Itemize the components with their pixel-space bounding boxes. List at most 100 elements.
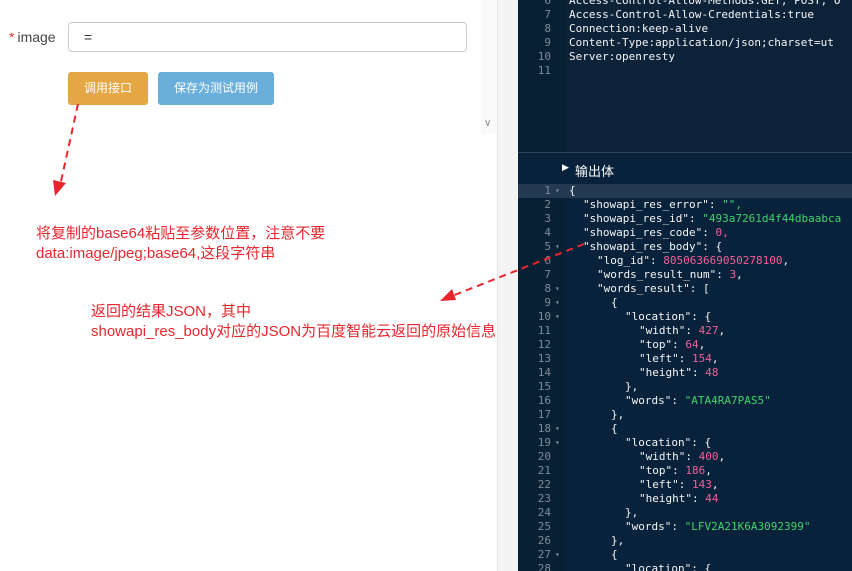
json-punct: , [718,450,726,463]
code-line: 25 "words": "LFV2A21K6A3092399" [518,520,852,534]
fold-arrow-icon[interactable]: ▾ [555,184,560,198]
json-key: "width": [639,450,699,463]
line-number: 7 [544,8,551,21]
line-number: 9 [544,296,551,309]
required-mark: * [9,29,15,45]
line-number: 20 [537,450,551,463]
code-line: 13 "left": 154, [518,352,852,366]
json-value: 400 [698,450,719,463]
json-key: "top": [639,338,686,351]
line-number: 4 [544,226,551,239]
code-line: 20 "width": 400, [518,450,852,464]
code-line: 8 ▾ "words_result": [ [518,282,852,296]
json-value: [ [702,282,710,295]
output-body-header[interactable]: ▶ 输出体 [518,152,852,185]
json-key: "log_id": [597,254,664,267]
panel-divider[interactable] [497,0,519,571]
output-body-editor[interactable]: 1 ▾ {2 "showapi_res_error": "", 3 "showapi_re… [518,184,852,571]
code-text: }, [625,380,638,394]
line-number: 11 [537,64,551,77]
json-value: { [611,422,618,435]
line-number: 16 [537,394,551,407]
json-value: { [715,240,723,253]
image-input[interactable]: = [68,22,467,52]
json-value: 0, [715,226,729,239]
output-body-title: 输出体 [575,164,615,179]
json-key: "words_result": [597,282,703,295]
line-number: 6 [544,0,551,7]
json-value: 64 [685,338,699,351]
json-value: "LFV2A21K6A3092399" [684,520,811,533]
json-value: { [611,548,618,561]
json-key: "words": [625,520,685,533]
code-text: "height": 44 [639,492,718,506]
code-text: "location": { [625,310,711,324]
line-number: 18 [537,422,551,435]
code-text: "top": 186, [639,464,712,478]
line-number: 19 [537,436,551,449]
fold-arrow-icon[interactable]: ▾ [555,240,560,254]
code-line: 21 "top": 186, [518,464,852,478]
code-line: 22 "left": 143, [518,478,852,492]
code-line: 3 "showapi_res_id": "493a7261d4f44dbaabca [518,212,852,226]
triangle-right-icon[interactable]: ▶ [562,162,569,173]
fold-arrow-icon[interactable]: ▾ [555,548,560,562]
code-line: 10 Server:openresty [518,50,852,64]
line-number: 14 [537,366,551,379]
json-key: "showapi_res_body": [583,240,716,253]
line-number: 22 [537,478,551,491]
fold-arrow-icon[interactable]: ▾ [555,436,560,450]
json-punct: , [782,254,790,267]
call-api-button[interactable]: 调用接口 [68,72,148,105]
annotation-result-json: 返回的结果JSON，其中 showapi_res_body对应的JSON为百度智… [91,302,531,342]
annotation-result-json-line1: 返回的结果JSON，其中 [91,303,252,320]
json-value: { [704,436,712,449]
line-number: 27 [537,548,551,561]
code-line: 23 "height": 44 [518,492,852,506]
json-key: "location": [625,310,705,323]
code-line: 24}, [518,506,852,520]
fold-arrow-icon[interactable]: ▾ [555,422,560,436]
scroll-down-icon[interactable]: ∨ [484,118,491,129]
code-line: 10 ▾ "location": { [518,310,852,324]
save-test-case-button[interactable]: 保存为测试用例 [158,72,274,105]
line-number: 24 [537,506,551,519]
code-text: { [611,296,618,310]
code-text: "showapi_res_id": "493a7261d4f44dbaabca [583,212,841,226]
json-value: 48 [705,366,719,379]
response-panel: 6 Access-Control-Allow-Methods:GET, POST,… [518,0,852,571]
json-value: 154 [691,352,712,365]
code-text: "location": { [625,436,711,450]
code-text: }, [625,506,638,520]
line-number: 13 [537,352,551,365]
code-line: 15}, [518,380,852,394]
json-punct: , [718,324,726,337]
line-number: 3 [544,212,551,225]
fold-arrow-icon[interactable]: ▾ [555,282,560,296]
code-line: 12 "top": 64, [518,338,852,352]
line-number: 25 [537,520,551,533]
code-text: "height": 48 [639,366,718,380]
code-line: 5 ▾ "showapi_res_body": { [518,240,852,254]
fold-arrow-icon[interactable]: ▾ [555,310,560,324]
code-text: }, [611,408,624,422]
json-value: { [569,184,576,197]
code-line: 17}, [518,408,852,422]
line-number: 26 [537,534,551,547]
scrollbar[interactable] [481,0,497,133]
code-text: Content-Type:application/json;charset=ut [569,36,834,49]
code-line: 26}, [518,534,852,548]
code-text: "showapi_res_error": "", [583,198,742,212]
code-line: 11 [518,64,852,78]
line-number: 28 [537,562,551,571]
code-text: { [569,184,576,198]
json-key: "left": [639,478,692,491]
code-text: { [611,422,618,436]
line-number: 10 [537,50,551,63]
fold-arrow-icon[interactable]: ▾ [555,296,560,310]
line-number: 23 [537,492,551,505]
response-headers-editor[interactable]: 6 Access-Control-Allow-Methods:GET, POST,… [518,0,852,152]
code-line: 8 Connection:keep-alive [518,22,852,36]
json-key: "showapi_res_id": [583,212,703,225]
json-key: "height": [639,492,706,505]
